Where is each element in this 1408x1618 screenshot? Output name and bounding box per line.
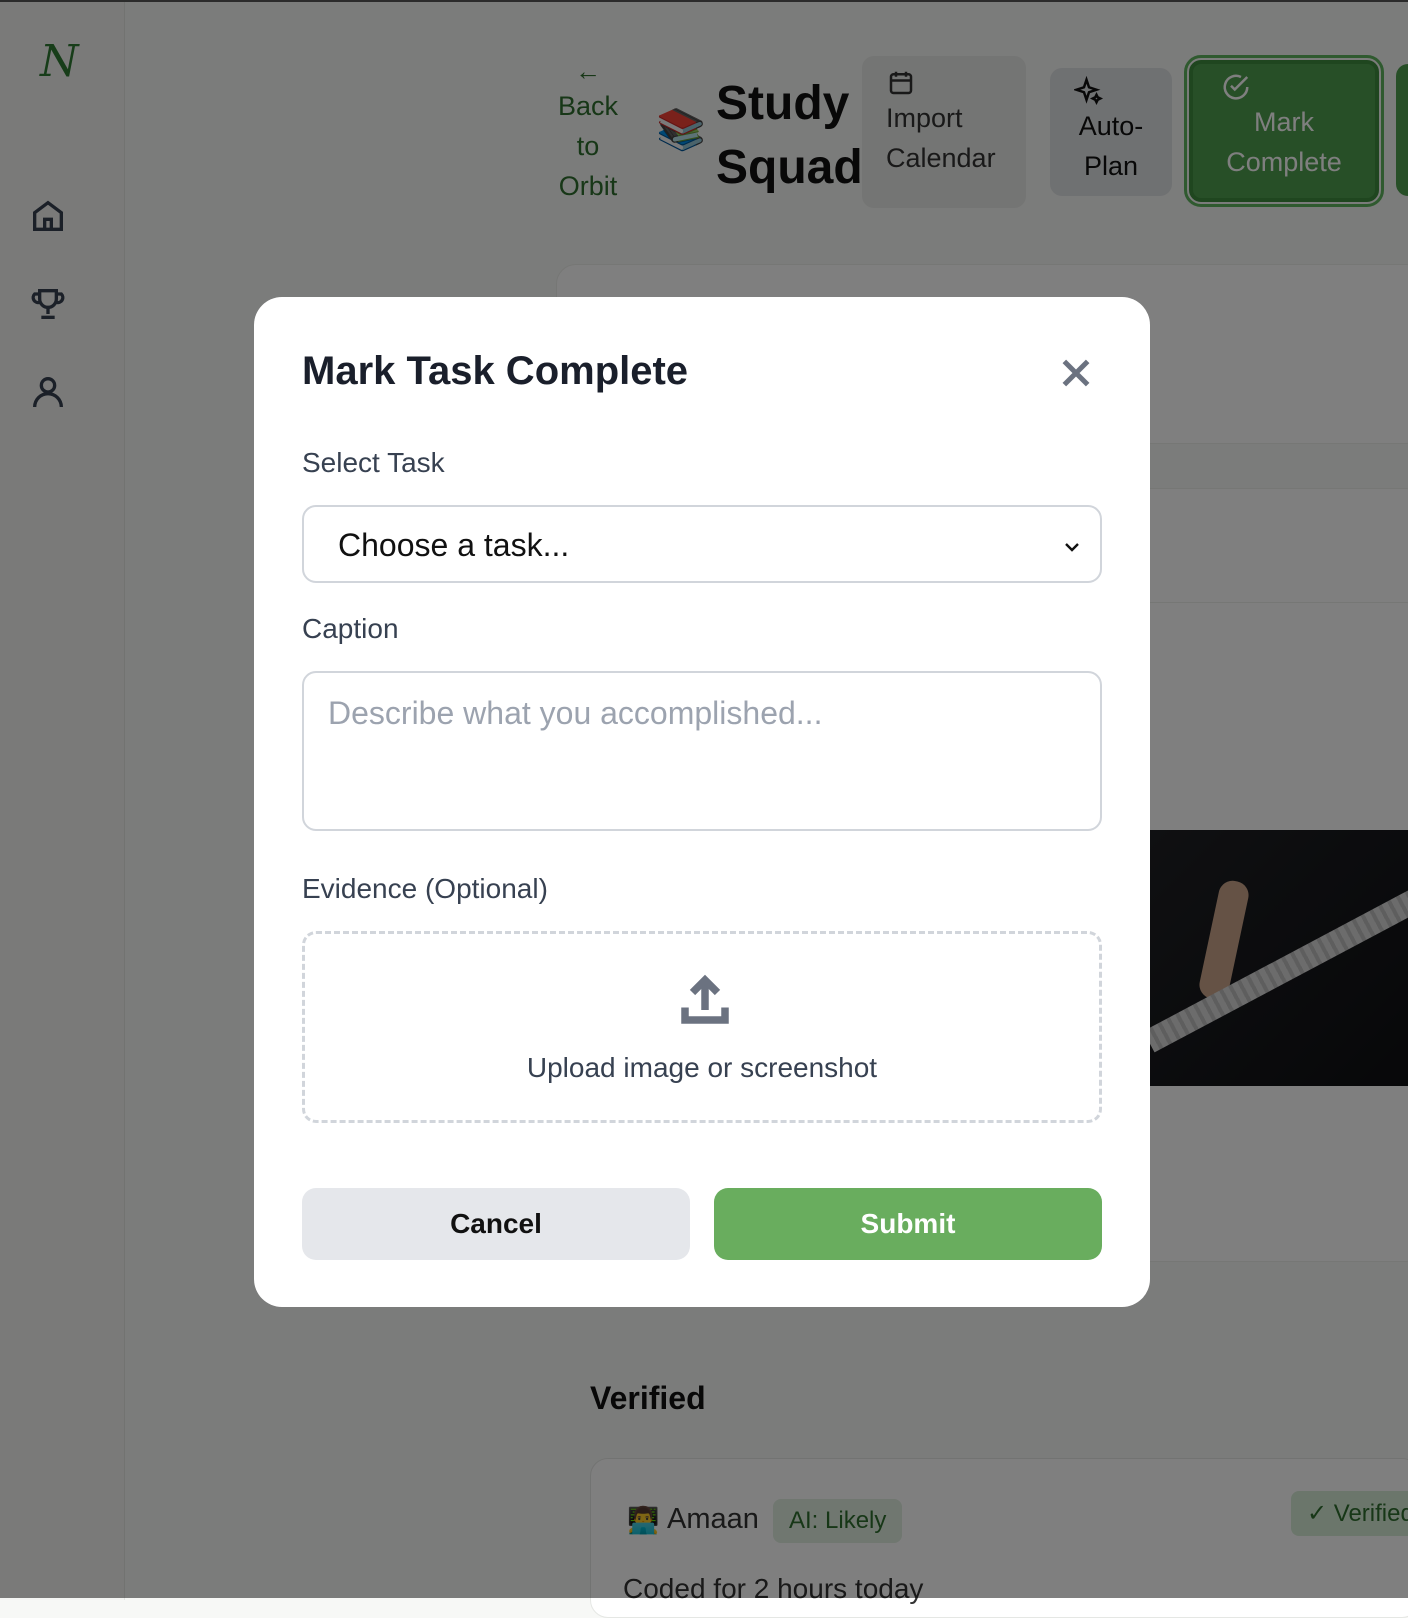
task-select[interactable]: Choose a task... (302, 505, 1102, 583)
chevron-down-icon (1060, 535, 1084, 559)
caption-placeholder: Describe what you accomplished... (328, 695, 822, 732)
cancel-button[interactable]: Cancel (302, 1188, 690, 1260)
dialog-title: Mark Task Complete (302, 349, 688, 394)
task-select-value: Choose a task... (338, 527, 569, 564)
caption-label: Caption (302, 613, 399, 645)
evidence-upload-dropzone[interactable]: Upload image or screenshot (302, 931, 1102, 1123)
app-root: N ← Back to Orbit 📚 Study Squad Import C… (0, 0, 1408, 1598)
close-icon[interactable] (1056, 353, 1096, 393)
upload-label: Upload image or screenshot (305, 1052, 1099, 1084)
select-task-label: Select Task (302, 447, 445, 479)
evidence-label: Evidence (Optional) (302, 873, 548, 905)
caption-textarea[interactable]: Describe what you accomplished... (302, 671, 1102, 831)
upload-icon (675, 970, 735, 1030)
mark-complete-dialog: Mark Task Complete Select Task Choose a … (254, 297, 1150, 1307)
submit-button[interactable]: Submit (714, 1188, 1102, 1260)
